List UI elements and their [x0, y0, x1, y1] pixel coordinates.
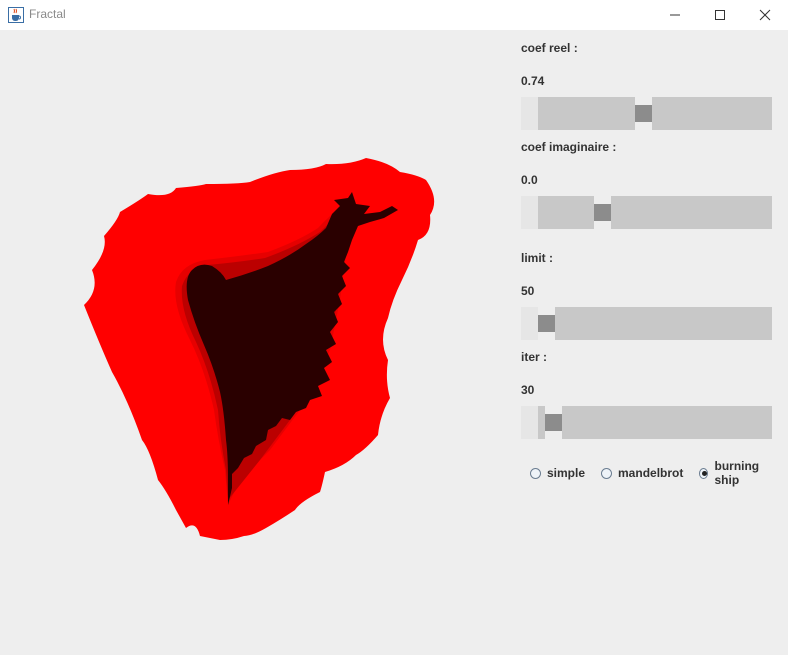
iter-value: 30: [521, 383, 535, 397]
coef-imaginaire-value: 0.0: [521, 173, 538, 187]
java-cup-icon: [8, 7, 24, 23]
minimize-icon: [670, 14, 680, 16]
close-icon: [759, 9, 771, 21]
maximize-button[interactable]: [697, 0, 743, 30]
coef-reel-value: 0.74: [521, 74, 545, 88]
title-bar: Fractal: [0, 0, 788, 30]
slider-thumb-knob: [538, 315, 555, 332]
slider-track: [538, 406, 772, 439]
close-button[interactable]: [742, 0, 788, 30]
slider-thumb-knob: [545, 414, 562, 431]
mode-radio-group: simple mandelbrot burning ship: [530, 459, 788, 487]
slider-edge: [521, 307, 538, 340]
fractal-image: [84, 158, 435, 540]
slider-thumb-knob: [635, 105, 652, 122]
coef-imaginaire-label: coef imaginaire :: [521, 140, 617, 154]
minimize-button[interactable]: [652, 0, 698, 30]
radio-button[interactable]: [601, 467, 613, 479]
radio-button[interactable]: [530, 467, 541, 479]
radio-mandelbrot-label: mandelbrot: [618, 466, 684, 480]
slider-track: [538, 307, 772, 340]
coef-imaginaire-slider[interactable]: [521, 196, 772, 229]
iter-label: iter :: [521, 350, 548, 364]
iter-slider-thumb[interactable]: [545, 406, 562, 439]
radio-simple[interactable]: simple: [530, 459, 585, 487]
radio-burning-ship[interactable]: burning ship: [699, 459, 772, 487]
maximize-icon: [715, 10, 725, 20]
slider-edge: [521, 406, 538, 439]
coef-reel-slider[interactable]: [521, 97, 772, 130]
window-title: Fractal: [29, 7, 66, 21]
limit-value: 50: [521, 284, 535, 298]
slider-track: [538, 97, 772, 130]
limit-label: limit :: [521, 251, 553, 265]
limit-slider[interactable]: [521, 307, 772, 340]
coef-reel-label: coef reel :: [521, 41, 578, 55]
fractal-canvas[interactable]: [0, 30, 513, 651]
radio-burning-ship-label: burning ship: [714, 459, 760, 487]
slider-track: [538, 196, 772, 229]
coef-imaginaire-slider-thumb[interactable]: [594, 196, 611, 229]
slider-edge: [521, 97, 538, 130]
radio-button[interactable]: [699, 467, 709, 479]
iter-slider[interactable]: [521, 406, 772, 439]
coef-reel-slider-thumb[interactable]: [635, 97, 652, 130]
radio-simple-label: simple: [547, 466, 586, 480]
slider-edge: [521, 196, 538, 229]
radio-mandelbrot[interactable]: mandelbrot: [601, 459, 683, 487]
controls-panel: coef reel : 0.74 coef imaginaire : 0.0 l…: [513, 30, 788, 651]
limit-slider-thumb[interactable]: [538, 307, 555, 340]
slider-thumb-knob: [594, 204, 611, 221]
